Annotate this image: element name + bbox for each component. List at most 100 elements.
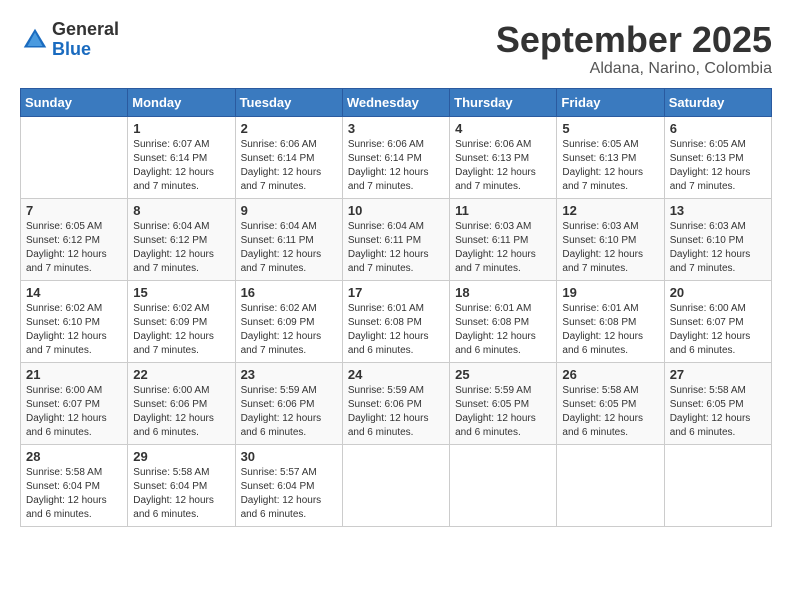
day-info: Sunrise: 6:00 AMSunset: 6:07 PMDaylight:…	[26, 384, 122, 440]
calendar-cell: 5Sunrise: 6:05 AMSunset: 6:13 PMDaylight…	[557, 116, 664, 198]
calendar-cell: 8Sunrise: 6:04 AMSunset: 6:12 PMDaylight…	[128, 198, 235, 280]
day-number: 7	[26, 203, 122, 218]
calendar-cell: 1 Sunrise: 6:07 AMSunset: 6:14 PMDaylight…	[128, 116, 235, 198]
calendar-cell: 26 Sunrise: 5:58 AMSunset: 6:05 PMDayligh…	[557, 362, 664, 444]
day-number: 12	[562, 203, 658, 218]
day-info: Sunrise: 5:59 AMSunset: 6:06 PMDaylight:…	[348, 384, 444, 440]
day-info: Sunrise: 6:01 AMSunset: 6:08 PMDaylight:…	[455, 302, 551, 358]
calendar-cell	[342, 444, 449, 526]
calendar-cell: 4 Sunrise: 6:06 AMSunset: 6:13 PMDaylight…	[450, 116, 557, 198]
header-cell: Friday	[557, 88, 664, 116]
calendar-cell: 7 Sunrise: 6:05 AMSunset: 6:12 PMDaylight…	[21, 198, 128, 280]
day-info: Sunrise: 6:03 AMSunset: 6:10 PMDaylight:…	[562, 220, 658, 276]
calendar-cell: 29 Sunrise: 5:58 AMSunset: 6:04 PMDayligh…	[128, 444, 235, 526]
header-cell: Wednesday	[342, 88, 449, 116]
logo-text: General Blue	[52, 20, 119, 60]
header-cell: Monday	[128, 88, 235, 116]
day-info: Sunrise: 6:04 AMSunset: 6:12 PMDaylight:…	[133, 220, 229, 276]
calendar-cell: 3Sunrise: 6:06 AMSunset: 6:14 PMDaylight…	[342, 116, 449, 198]
calendar-cell: 20 Sunrise: 6:00 AMSunset: 6:07 PMDayligh…	[664, 280, 771, 362]
day-number: 3	[348, 121, 444, 136]
day-info: Sunrise: 5:58 AMSunset: 6:05 PMDaylight:…	[562, 384, 658, 440]
day-number: 16	[241, 285, 337, 300]
day-info: Sunrise: 6:01 AMSunset: 6:08 PMDaylight:…	[348, 302, 444, 358]
logo-blue: Blue	[52, 40, 119, 60]
calendar-cell: 28Sunrise: 5:58 AMSunset: 6:04 PMDayligh…	[21, 444, 128, 526]
day-number: 1	[133, 121, 229, 136]
logo: General Blue	[20, 20, 119, 60]
day-info: Sunrise: 6:05 AMSunset: 6:12 PMDaylight:…	[26, 220, 122, 276]
day-info: Sunrise: 6:00 AMSunset: 6:06 PMDaylight:…	[133, 384, 229, 440]
day-info: Sunrise: 6:05 AMSunset: 6:13 PMDaylight:…	[670, 138, 766, 194]
day-number: 9	[241, 203, 337, 218]
calendar-cell: 30 Sunrise: 5:57 AMSunset: 6:04 PMDayligh…	[235, 444, 342, 526]
day-number: 14	[26, 285, 122, 300]
day-info: Sunrise: 5:58 AMSunset: 6:04 PMDaylight:…	[26, 466, 122, 522]
day-info: Sunrise: 6:02 AMSunset: 6:09 PMDaylight:…	[133, 302, 229, 358]
day-info: Sunrise: 6:02 AMSunset: 6:09 PMDaylight:…	[241, 302, 337, 358]
header-cell: Tuesday	[235, 88, 342, 116]
day-number: 23	[241, 367, 337, 382]
calendar-cell	[664, 444, 771, 526]
calendar-cell: 27 Sunrise: 5:58 AMSunset: 6:05 PMDayligh…	[664, 362, 771, 444]
calendar-week-row: 7 Sunrise: 6:05 AMSunset: 6:12 PMDaylight…	[21, 198, 772, 280]
day-info: Sunrise: 6:07 AMSunset: 6:14 PMDaylight:…	[133, 138, 229, 194]
day-number: 29	[133, 449, 229, 464]
calendar-cell: 13Sunrise: 6:03 AMSunset: 6:10 PMDayligh…	[664, 198, 771, 280]
day-info: Sunrise: 6:05 AMSunset: 6:13 PMDaylight:…	[562, 138, 658, 194]
day-info: Sunrise: 5:57 AMSunset: 6:04 PMDaylight:…	[241, 466, 337, 522]
day-info: Sunrise: 6:06 AMSunset: 6:13 PMDaylight:…	[455, 138, 551, 194]
calendar-cell: 15 Sunrise: 6:02 AMSunset: 6:09 PMDayligh…	[128, 280, 235, 362]
calendar-cell: 17Sunrise: 6:01 AMSunset: 6:08 PMDayligh…	[342, 280, 449, 362]
calendar-cell: 22Sunrise: 6:00 AMSunset: 6:06 PMDayligh…	[128, 362, 235, 444]
day-number: 18	[455, 285, 551, 300]
day-number: 15	[133, 285, 229, 300]
day-number: 2	[241, 121, 337, 136]
calendar-cell: 14 Sunrise: 6:02 AMSunset: 6:10 PMDayligh…	[21, 280, 128, 362]
day-number: 24	[348, 367, 444, 382]
calendar-cell: 24 Sunrise: 5:59 AMSunset: 6:06 PMDayligh…	[342, 362, 449, 444]
day-number: 13	[670, 203, 766, 218]
day-number: 27	[670, 367, 766, 382]
day-number: 30	[241, 449, 337, 464]
calendar-cell	[450, 444, 557, 526]
day-info: Sunrise: 6:04 AMSunset: 6:11 PMDaylight:…	[241, 220, 337, 276]
day-info: Sunrise: 6:03 AMSunset: 6:11 PMDaylight:…	[455, 220, 551, 276]
calendar-cell: 19Sunrise: 6:01 AMSunset: 6:08 PMDayligh…	[557, 280, 664, 362]
day-number: 4	[455, 121, 551, 136]
day-info: Sunrise: 5:58 AMSunset: 6:05 PMDaylight:…	[670, 384, 766, 440]
calendar-cell: 2 Sunrise: 6:06 AMSunset: 6:14 PMDaylight…	[235, 116, 342, 198]
calendar-cell	[557, 444, 664, 526]
month-year: September 2025	[496, 20, 772, 60]
day-info: Sunrise: 5:58 AMSunset: 6:04 PMDaylight:…	[133, 466, 229, 522]
logo-icon	[20, 25, 50, 55]
day-info: Sunrise: 6:00 AMSunset: 6:07 PMDaylight:…	[670, 302, 766, 358]
day-number: 26	[562, 367, 658, 382]
day-info: Sunrise: 6:02 AMSunset: 6:10 PMDaylight:…	[26, 302, 122, 358]
calendar-cell: 21 Sunrise: 6:00 AMSunset: 6:07 PMDayligh…	[21, 362, 128, 444]
day-info: Sunrise: 5:59 AMSunset: 6:05 PMDaylight:…	[455, 384, 551, 440]
header-cell: Sunday	[21, 88, 128, 116]
calendar-cell: 25Sunrise: 5:59 AMSunset: 6:05 PMDayligh…	[450, 362, 557, 444]
calendar-header: SundayMondayTuesdayWednesdayThursdayFrid…	[21, 88, 772, 116]
title-block: September 2025 Aldana, Narino, Colombia	[496, 20, 772, 78]
calendar-week-row: 21 Sunrise: 6:00 AMSunset: 6:07 PMDayligh…	[21, 362, 772, 444]
logo-general: General	[52, 20, 119, 40]
header-row: SundayMondayTuesdayWednesdayThursdayFrid…	[21, 88, 772, 116]
header-cell: Thursday	[450, 88, 557, 116]
calendar-cell: 12 Sunrise: 6:03 AMSunset: 6:10 PMDayligh…	[557, 198, 664, 280]
calendar-cell: 11 Sunrise: 6:03 AMSunset: 6:11 PMDayligh…	[450, 198, 557, 280]
day-info: Sunrise: 5:59 AMSunset: 6:06 PMDaylight:…	[241, 384, 337, 440]
calendar-cell: 18 Sunrise: 6:01 AMSunset: 6:08 PMDayligh…	[450, 280, 557, 362]
calendar-cell: 16 Sunrise: 6:02 AMSunset: 6:09 PMDayligh…	[235, 280, 342, 362]
calendar-cell: 9 Sunrise: 6:04 AMSunset: 6:11 PMDaylight…	[235, 198, 342, 280]
calendar-cell: 6 Sunrise: 6:05 AMSunset: 6:13 PMDaylight…	[664, 116, 771, 198]
calendar-cell	[21, 116, 128, 198]
day-number: 6	[670, 121, 766, 136]
day-number: 11	[455, 203, 551, 218]
day-number: 20	[670, 285, 766, 300]
day-number: 21	[26, 367, 122, 382]
calendar-week-row: 28Sunrise: 5:58 AMSunset: 6:04 PMDayligh…	[21, 444, 772, 526]
calendar-cell: 23 Sunrise: 5:59 AMSunset: 6:06 PMDayligh…	[235, 362, 342, 444]
day-info: Sunrise: 6:06 AMSunset: 6:14 PMDaylight:…	[241, 138, 337, 194]
